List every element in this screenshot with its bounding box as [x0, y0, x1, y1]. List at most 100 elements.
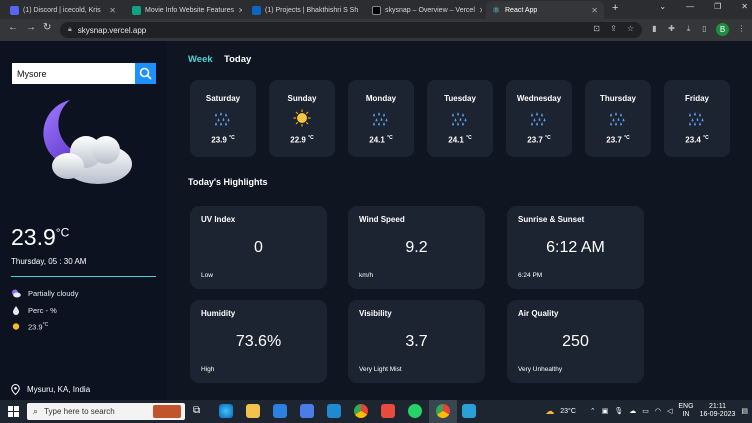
forecast-temp: 24.1 °C [448, 135, 472, 145]
clock[interactable]: 21:11 16-09-2023 [700, 403, 736, 419]
window-controls: ⌄ — ❐ ✕ [659, 2, 748, 11]
discord-icon [10, 5, 19, 15]
close-tab-icon[interactable]: ✕ [238, 6, 242, 15]
close-tab-icon[interactable]: ✕ [591, 6, 598, 15]
browser-toolbar: ← → ↻ 🔒︎ skysnap.vercel.app ⊡ ⇪ ☆ ▮ ✚ ⤓ … [0, 19, 752, 41]
rain-icon [452, 112, 467, 126]
toggle-week[interactable]: Week [188, 54, 213, 65]
sidepanel-icon[interactable]: ▯ [700, 24, 709, 33]
install-icon[interactable]: ⊡ [592, 24, 601, 33]
humidity-card: Humidity 73.6% High [190, 300, 327, 383]
battery-icon[interactable]: ▭ [642, 407, 649, 415]
humidity-value: 73.6% [235, 333, 282, 350]
minimize-button[interactable]: — [686, 2, 694, 11]
air-quality-card: Air Quality 250 Very Unhealthy [507, 300, 644, 383]
extension-icon[interactable]: ▮ [650, 24, 659, 33]
taskbar-search[interactable]: ⌕ Type here to search [27, 403, 185, 420]
app-icon[interactable] [381, 404, 395, 418]
volume-icon[interactable]: ◁ [667, 407, 672, 415]
sunset-value: 6:24 PM [518, 272, 543, 279]
wifi-icon[interactable]: ◠ [655, 407, 661, 415]
forecast-day: Saturday [205, 94, 241, 103]
wind-speed-value: 9.2 [405, 239, 428, 256]
forecast-day: Tuesday [444, 94, 476, 103]
task-view-icon[interactable]: ⧉ [193, 404, 207, 418]
lock-icon: 🔒︎ [68, 26, 72, 33]
profile-avatar[interactable]: B [716, 23, 729, 36]
microphone-icon[interactable]: 🎙︎ [614, 407, 623, 415]
maximize-button[interactable]: ❐ [714, 2, 721, 11]
search-highlight-icon [153, 405, 181, 418]
forecast-temp: 22.9 °C [290, 135, 314, 145]
forward-icon[interactable]: → [26, 22, 36, 33]
tab-linkedin[interactable]: (1) Projects | Bhakthishri S Sh ✕ [246, 1, 362, 19]
tab-vercel[interactable]: skysnap – Overview – Vercel ✕ [366, 1, 482, 19]
edge-icon[interactable] [219, 404, 233, 418]
mail-icon[interactable] [273, 404, 287, 418]
forecast-day: Friday [684, 94, 709, 103]
vscode-icon[interactable] [327, 404, 341, 418]
close-window-button[interactable]: ✕ [741, 2, 748, 11]
sunrise-value: 6:12 AM [546, 239, 605, 256]
photos-icon[interactable] [462, 404, 476, 418]
forecast-temp: 23.7 °C [527, 135, 551, 145]
visibility-value: 3.7 [405, 333, 428, 350]
weather-cloud-icon[interactable]: ☁ [545, 406, 554, 417]
store-icon[interactable] [300, 404, 314, 418]
file-explorer-icon[interactable] [246, 404, 260, 418]
forecast-temp: 23.4 °C [685, 135, 709, 145]
uv-index-card: UV Index 0 Low [190, 206, 327, 289]
tray-app-icon[interactable]: ▣ [602, 407, 609, 415]
back-icon[interactable]: ← [8, 22, 18, 33]
forecast-temp: 23.9 °C [211, 135, 235, 145]
react-icon: ⚛ [492, 4, 501, 15]
uv-index-value: 0 [254, 239, 263, 256]
forecast-card-friday: Friday 23.4 °C [664, 80, 730, 157]
linkedin-icon [252, 5, 261, 15]
sunrise-sunset-card: Sunrise & Sunset 6:12 AM 6:24 PM [507, 206, 644, 289]
tab-movie-info[interactable]: Movie Info Website Features ✕ [126, 1, 242, 19]
close-tab-icon[interactable]: ✕ [109, 6, 116, 15]
rain-icon [531, 112, 546, 126]
main-panel: Week Today Saturday 23.9 °C Sunday 22.9 °C M… [0, 41, 752, 400]
new-tab-button[interactable]: + [612, 2, 618, 14]
whatsapp-icon[interactable] [408, 404, 422, 418]
close-tab-icon[interactable]: ✕ [479, 6, 482, 15]
forecast-temp: 24.1 °C [369, 135, 393, 145]
chrome-icon[interactable] [436, 404, 450, 418]
puzzle-icon[interactable]: ✚ [667, 24, 676, 33]
language-indicator[interactable]: ENG IN [678, 403, 693, 419]
menu-icon[interactable]: ⋮ [737, 24, 746, 33]
address-bar[interactable]: 🔒︎ skysnap.vercel.app [60, 22, 642, 38]
forecast-day: Sunday [287, 94, 317, 103]
forecast-card-wednesday: Wednesday 23.7 °C [506, 80, 572, 157]
toggle-today[interactable]: Today [224, 54, 251, 65]
browser-tab-strip: (1) Discord | icecold, Kris ✕ Movie Info… [0, 0, 752, 19]
bookmark-star-icon[interactable]: ☆ [626, 24, 635, 33]
rain-icon [215, 112, 230, 126]
air-quality-value: 250 [562, 333, 589, 350]
rain-icon [689, 112, 704, 126]
forecast-temp: 23.7 °C [606, 135, 630, 145]
forecast-card-sunday: Sunday 22.9 °C [269, 80, 335, 157]
tab-discord[interactable]: (1) Discord | icecold, Kris ✕ [4, 1, 122, 19]
reload-icon[interactable]: ↻ [43, 22, 51, 33]
rain-icon [610, 112, 625, 126]
forecast-card-tuesday: Tuesday 24.1 °C [427, 80, 493, 157]
sun-icon [293, 109, 311, 127]
forecast-card-monday: Monday 24.1 °C [348, 80, 414, 157]
tab-react-app[interactable]: ⚛ React App ✕ [486, 1, 604, 19]
vercel-icon [372, 5, 381, 15]
tray-chevron-icon[interactable]: ⌃ [590, 407, 596, 415]
chrome-icon[interactable] [354, 404, 368, 418]
onedrive-icon[interactable]: ☁ [629, 407, 636, 415]
windows-start-icon[interactable] [8, 406, 19, 417]
download-icon[interactable]: ⤓ [684, 24, 693, 33]
forecast-day: Monday [365, 94, 397, 103]
notification-icon[interactable]: ▤ [741, 407, 748, 415]
taskbar: ⌕ Type here to search ⧉ ☁ 23°C ⌃ ▣ 🎙︎ ☁ … [0, 400, 752, 423]
share-icon[interactable]: ⇪ [609, 24, 618, 33]
tab-search-icon[interactable]: ⌄ [659, 2, 666, 11]
forecast-card-thursday: Thursday 23.7 °C [585, 80, 651, 157]
rain-icon [373, 112, 388, 126]
